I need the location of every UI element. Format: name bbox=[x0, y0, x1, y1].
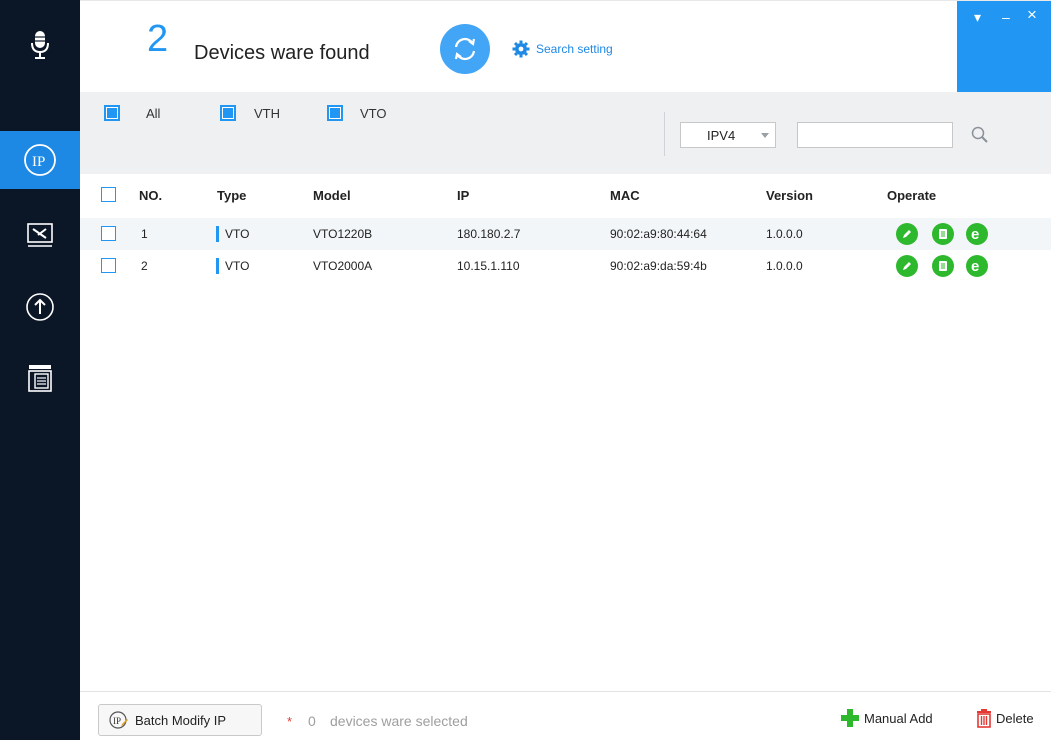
trash-icon bbox=[977, 709, 991, 728]
browser-e-icon: e bbox=[971, 258, 979, 274]
manual-add-label: Manual Add bbox=[864, 710, 933, 726]
svg-text:IP: IP bbox=[32, 154, 45, 170]
cell-no: 2 bbox=[141, 259, 148, 273]
filter-vto-label: VTO bbox=[360, 106, 387, 121]
chevron-down-icon bbox=[761, 133, 769, 138]
table-row[interactable]: 1 VTO VTO1220B 180.180.2.7 90:02:a9:80:4… bbox=[80, 218, 1051, 250]
upgrade-icon bbox=[26, 293, 54, 321]
type-marker bbox=[216, 226, 219, 242]
cell-model: VTO1220B bbox=[313, 227, 373, 241]
window-controls: ▾ – × bbox=[957, 1, 1051, 93]
ip-edit-icon: IP bbox=[109, 711, 128, 729]
search-setting-label: Search setting bbox=[536, 42, 613, 56]
pencil-icon bbox=[903, 262, 911, 270]
filter-bar: All VTH VTO IPV4 bbox=[80, 92, 1051, 174]
svg-text:e: e bbox=[971, 226, 979, 242]
sidebar-item-ip[interactable]: IP bbox=[0, 131, 80, 189]
sidebar-item-document[interactable] bbox=[0, 355, 80, 401]
ip-version-select[interactable]: IPV4 bbox=[680, 122, 776, 148]
column-header-no: NO. bbox=[139, 188, 163, 203]
column-header-model: Model bbox=[313, 188, 351, 203]
cell-type: VTO bbox=[225, 227, 250, 241]
window-minimize-button[interactable]: – bbox=[1002, 10, 1010, 24]
svg-text:IP: IP bbox=[113, 716, 121, 726]
selected-text: devices ware selected bbox=[330, 713, 468, 729]
cell-mac: 90:02:a9:80:44:64 bbox=[610, 227, 707, 241]
batch-modify-ip-label: Batch Modify IP bbox=[135, 712, 227, 728]
gear-icon bbox=[512, 40, 530, 58]
cell-no: 1 bbox=[141, 227, 148, 241]
sidebar-item-microphone[interactable] bbox=[0, 20, 80, 70]
cell-model: VTO2000A bbox=[313, 259, 373, 273]
filter-all-label: All bbox=[146, 106, 161, 121]
filter-vth-label: VTH bbox=[254, 106, 280, 121]
footer: IP Batch Modify IP * 0 devices ware sele… bbox=[80, 691, 1051, 740]
sidebar: IP bbox=[0, 0, 80, 740]
edit-button[interactable] bbox=[896, 255, 918, 277]
search-input[interactable] bbox=[797, 122, 953, 148]
column-header-version: Version bbox=[766, 188, 813, 203]
web-access-button[interactable]: e bbox=[966, 255, 988, 277]
filter-vth-checkbox[interactable] bbox=[220, 105, 236, 121]
cell-version: 1.0.0.0 bbox=[766, 259, 803, 273]
select-all-checkbox[interactable] bbox=[101, 187, 116, 202]
column-header-mac: MAC bbox=[610, 188, 640, 203]
main-panel: 2 Devices ware found Search setting ▾ – … bbox=[80, 0, 1051, 740]
cell-ip: 180.180.2.7 bbox=[457, 227, 521, 241]
plus-icon bbox=[841, 709, 859, 727]
tools-icon bbox=[27, 223, 53, 247]
filter-all-checkbox[interactable] bbox=[104, 105, 120, 121]
cell-ip: 10.15.1.110 bbox=[457, 259, 520, 273]
pencil-icon bbox=[903, 230, 911, 238]
svg-text:e: e bbox=[971, 258, 979, 274]
delete-button[interactable]: Delete bbox=[976, 708, 1034, 728]
ip-version-value: IPV4 bbox=[707, 128, 736, 143]
filter-vto-checkbox[interactable] bbox=[327, 105, 343, 121]
microphone-icon bbox=[31, 31, 49, 59]
required-star: * bbox=[287, 714, 293, 729]
manual-add-button[interactable]: Manual Add bbox=[840, 708, 933, 728]
browser-e-icon: e bbox=[971, 226, 979, 242]
details-button[interactable] bbox=[932, 255, 954, 277]
row-checkbox[interactable] bbox=[101, 258, 116, 273]
header: 2 Devices ware found Search setting ▾ – … bbox=[80, 0, 1051, 93]
edit-button[interactable] bbox=[896, 223, 918, 245]
document-list-icon bbox=[28, 365, 52, 392]
window-menu-button[interactable]: ▾ bbox=[974, 10, 981, 24]
cell-version: 1.0.0.0 bbox=[766, 227, 803, 241]
document-icon bbox=[939, 229, 947, 239]
refresh-search-button[interactable] bbox=[440, 24, 490, 74]
column-header-ip: IP bbox=[457, 188, 470, 203]
column-header-operate: Operate bbox=[887, 188, 937, 203]
sidebar-item-tools[interactable] bbox=[0, 212, 80, 258]
column-header-type: Type bbox=[217, 188, 247, 203]
table-header: NO. Type Model IP MAC Version Operate bbox=[80, 174, 1051, 216]
ip-icon: IP bbox=[24, 144, 56, 176]
web-access-button[interactable]: e bbox=[966, 223, 988, 245]
table-row[interactable]: 2 VTO VTO2000A 10.15.1.110 90:02:a9:da:5… bbox=[80, 250, 1051, 282]
found-count: 2 bbox=[147, 18, 169, 60]
batch-modify-ip-button[interactable]: IP Batch Modify IP bbox=[98, 704, 262, 736]
cell-mac: 90:02:a9:da:59:4b bbox=[610, 259, 707, 273]
sidebar-item-upgrade[interactable] bbox=[0, 284, 80, 330]
cell-type: VTO bbox=[225, 259, 250, 273]
row-checkbox[interactable] bbox=[101, 226, 116, 241]
found-label: Devices ware found bbox=[194, 42, 370, 64]
window-close-button[interactable]: × bbox=[1027, 6, 1037, 23]
delete-label: Delete bbox=[996, 710, 1034, 726]
filter-divider bbox=[664, 112, 665, 156]
refresh-icon bbox=[454, 37, 476, 61]
document-icon bbox=[939, 261, 947, 271]
search-icon[interactable] bbox=[970, 125, 990, 145]
search-setting-button[interactable]: Search setting bbox=[512, 40, 613, 58]
selected-count: 0 bbox=[308, 713, 316, 729]
details-button[interactable] bbox=[932, 223, 954, 245]
type-marker bbox=[216, 258, 219, 274]
